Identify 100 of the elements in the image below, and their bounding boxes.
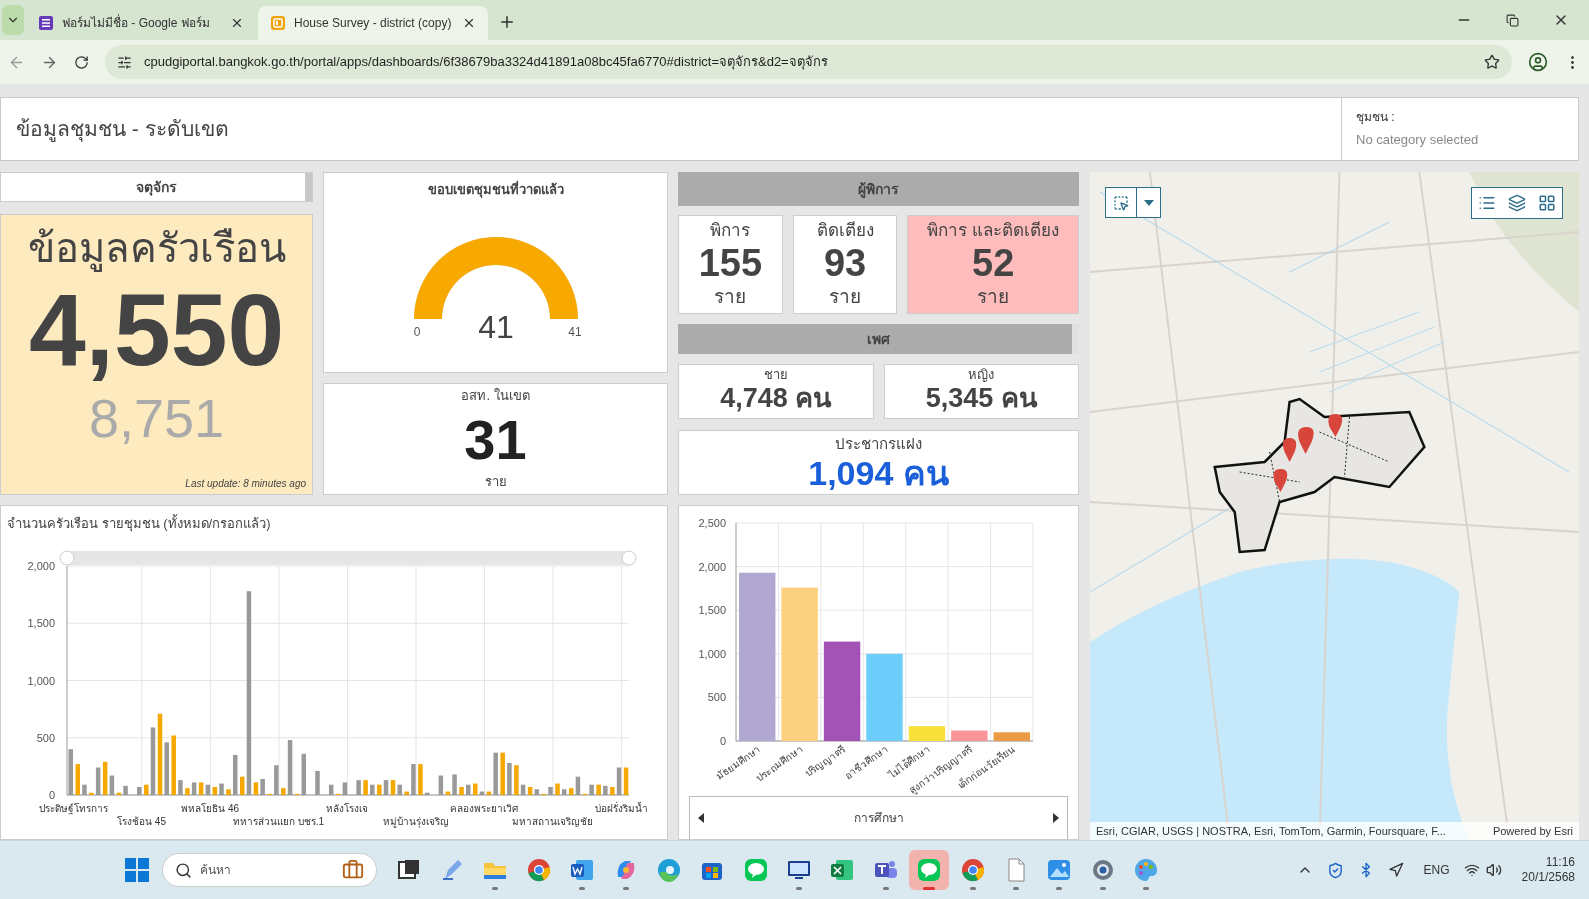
bar bbox=[908, 726, 946, 741]
spreadsheet-icon bbox=[829, 857, 856, 883]
x-axis-title: การศึกษา bbox=[852, 810, 905, 827]
dashboard-icon bbox=[270, 15, 286, 31]
browser-tab[interactable]: ฟอร์มไม่มีชื่อ - Google ฟอร์ม bbox=[26, 6, 256, 40]
chat-icon bbox=[742, 857, 769, 883]
stat-label: ประชากรแฝง bbox=[835, 434, 922, 454]
chrome-icon bbox=[959, 857, 986, 883]
bar bbox=[404, 791, 409, 795]
reload-icon[interactable] bbox=[74, 54, 89, 70]
scrollbar[interactable] bbox=[1072, 324, 1079, 354]
language-indicator[interactable]: ENG bbox=[1423, 861, 1450, 879]
site-info-icon[interactable] bbox=[117, 54, 132, 70]
layers-icon[interactable] bbox=[1508, 194, 1526, 212]
search-placeholder: ค้นหา bbox=[200, 862, 232, 879]
category-selector[interactable]: ชุมชน : No category selected bbox=[1341, 98, 1578, 160]
card-title: อสท. ในเขต bbox=[461, 387, 530, 405]
document-app-icon bbox=[569, 857, 596, 883]
profile-icon[interactable] bbox=[1528, 52, 1548, 72]
new-tab-icon[interactable] bbox=[498, 13, 516, 31]
search-icon bbox=[175, 861, 192, 879]
next-icon[interactable] bbox=[1053, 813, 1059, 823]
axis-label: 1,500 bbox=[27, 617, 55, 630]
axis-label: มหาสถานเจริญชัย bbox=[512, 816, 594, 827]
bar bbox=[951, 730, 988, 741]
tab-title: House Survey - district (copy) bbox=[294, 15, 453, 32]
restore-icon[interactable] bbox=[1506, 13, 1519, 27]
photos-icon bbox=[1046, 857, 1073, 883]
close-icon[interactable] bbox=[230, 16, 244, 30]
clock[interactable]: 11:16 20/1/2568 bbox=[1521, 855, 1575, 885]
selector-placeholder: No category selected bbox=[1356, 131, 1480, 149]
bookmark-icon[interactable] bbox=[1484, 54, 1500, 70]
dropdown-icon[interactable] bbox=[1143, 199, 1154, 206]
axis-label: พหลโยธิน 46 bbox=[181, 803, 240, 814]
palette-icon bbox=[1133, 857, 1160, 883]
axis-label: 500 bbox=[36, 731, 55, 744]
selector-label: ชุมชน : bbox=[1356, 109, 1396, 126]
gauge-min: 0 bbox=[413, 324, 420, 339]
scrollbar[interactable] bbox=[305, 173, 312, 201]
stat-value: 5,345 คน bbox=[925, 384, 1037, 412]
bar bbox=[459, 787, 464, 795]
bar bbox=[596, 784, 601, 795]
legend-icon[interactable] bbox=[1478, 194, 1496, 212]
wifi-icon[interactable] bbox=[1463, 862, 1480, 878]
volume-icon[interactable] bbox=[1485, 862, 1502, 878]
shield-icon[interactable] bbox=[1326, 861, 1344, 879]
form-icon bbox=[38, 15, 54, 31]
tab-list-button[interactable] bbox=[2, 5, 24, 35]
stat-label: หญิง bbox=[968, 366, 995, 384]
bar bbox=[500, 752, 505, 795]
district-title: จตุจักร bbox=[136, 177, 177, 198]
unit-text: ราย bbox=[714, 284, 747, 309]
close-icon[interactable] bbox=[462, 16, 476, 30]
stat-value: 52 bbox=[972, 243, 1015, 282]
briefcase-icon bbox=[342, 859, 364, 881]
axis-label: 1,500 bbox=[698, 604, 726, 617]
card-title: ข้อมูลครัวเรือน bbox=[27, 225, 286, 273]
last-update-text: Last update: 8 minutes ago bbox=[185, 477, 306, 491]
household-count: 4,550 bbox=[28, 279, 285, 381]
axis-label: 1,000 bbox=[27, 674, 55, 687]
start-icon[interactable] bbox=[125, 858, 149, 882]
stat-value: 93 bbox=[823, 243, 867, 282]
location-icon[interactable] bbox=[1387, 862, 1404, 878]
bar bbox=[171, 735, 176, 795]
dashboard-title: ข้อมูลชุมชน - ระดับเขต bbox=[15, 116, 230, 144]
address-bar[interactable]: cpudgiportal.bangkok.go.th/portal/apps/dashboards/6f38679ba3324d41891a08bc45fa6770#district=จตุจักร&d2=จตุจักร bbox=[105, 45, 1512, 79]
volunteer-count: 31 bbox=[464, 411, 527, 468]
stat-value: 4,748 คน bbox=[720, 384, 832, 412]
bar bbox=[993, 732, 1030, 741]
axis-label: 1,000 bbox=[698, 647, 726, 660]
chart-title: จำนวนครัวเรือน รายชุมชน (ทั้งหมด/กรอกแล้ว) bbox=[6, 513, 272, 534]
population-count: 8,751 bbox=[88, 391, 225, 445]
map-select-tool[interactable] bbox=[1105, 187, 1161, 218]
stat-label: พิการ bbox=[710, 220, 751, 242]
basemap-icon[interactable] bbox=[1538, 194, 1556, 212]
selection-icon[interactable] bbox=[1113, 195, 1129, 211]
axis-label: บ่อฝรั่งริมน้ำ bbox=[594, 803, 648, 814]
gauge-value: 41 bbox=[477, 308, 514, 344]
stat-value: 1,094 คน bbox=[808, 455, 949, 490]
axis-label: คลองพระยาเวิศ bbox=[450, 803, 519, 814]
axis-label: 2,500 bbox=[698, 517, 726, 529]
chat-icon bbox=[916, 857, 943, 883]
browser-tab[interactable]: House Survey - district (copy) bbox=[258, 6, 488, 40]
search-field[interactable]: ค้นหา bbox=[162, 853, 377, 887]
range-slider[interactable] bbox=[59, 550, 637, 566]
axis-label: 500 bbox=[707, 691, 726, 704]
map-attribution: Esri, CGIAR, USGS | NOSTRA, Esri, TomTom, Garmin, Foursquare, F... bbox=[1096, 823, 1447, 839]
stat-label: พิการ และติดเตียง bbox=[927, 220, 1060, 242]
bar bbox=[226, 789, 231, 795]
axis-label: 0 bbox=[48, 789, 55, 801]
previous-icon[interactable] bbox=[698, 813, 704, 823]
url-text: cpudgiportal.bangkok.go.th/portal/apps/dashboards/6f38679ba3324d41891a08bc45fa6770#district=จตุจักร&d2=จตุจักร bbox=[144, 53, 829, 72]
section-title: เพศ bbox=[867, 329, 890, 349]
axis-label: 2,000 bbox=[698, 560, 726, 573]
gauge-max: 41 bbox=[567, 324, 582, 339]
stat-value: 155 bbox=[698, 243, 763, 282]
card-title: ขอบเขตชุมชนที่วาดแล้ว bbox=[427, 180, 564, 200]
bar bbox=[363, 780, 368, 795]
unit-text: ราย bbox=[829, 284, 862, 309]
unit-text: ราย bbox=[484, 472, 507, 491]
